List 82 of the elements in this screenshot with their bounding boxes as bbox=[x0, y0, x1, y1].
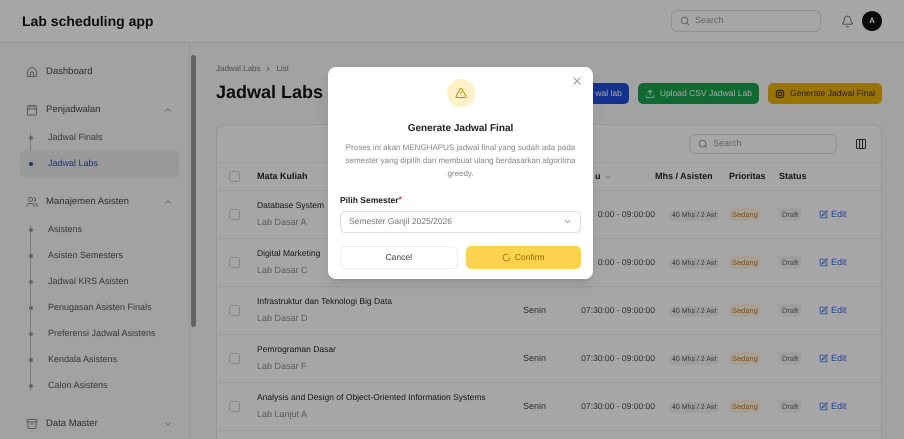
edit-link[interactable]: Edit bbox=[819, 304, 847, 318]
breadcrumb-link[interactable]: Jadwal Labs bbox=[216, 63, 260, 75]
sidebar-subitem[interactable]: Jadwal KRS Asisten bbox=[20, 269, 179, 295]
edit-link[interactable]: Edit bbox=[819, 400, 847, 414]
action-button[interactable]: Generate Jadwal Final bbox=[768, 83, 882, 104]
course-name: Infrastruktur dan Teknologi Big Data bbox=[257, 295, 392, 308]
sidebar-item[interactable]: Dashboard bbox=[20, 59, 179, 85]
sidebar-subitem[interactable]: Jadwal Labs bbox=[20, 151, 179, 177]
lab-name: Lab Dasar D bbox=[257, 312, 308, 326]
app-title: Lab scheduling app bbox=[22, 12, 154, 31]
edit-icon bbox=[819, 402, 828, 411]
edit-link[interactable]: Edit bbox=[819, 352, 847, 366]
search-icon bbox=[698, 138, 708, 148]
avatar[interactable]: A bbox=[862, 11, 882, 31]
lab-name: Lab Dasar A bbox=[257, 216, 307, 230]
users-icon bbox=[26, 196, 38, 208]
calendar-icon bbox=[26, 104, 38, 116]
time-cell: 07:30:00 - 09:00:00 bbox=[581, 304, 655, 317]
sidebar-subitem[interactable]: Asisten Semesters bbox=[20, 243, 179, 269]
course-name: Digital Marketing bbox=[257, 247, 320, 260]
modal-message: Proses ini akan MENGHAPUS jadwal final yang sudah ada pada semester yang dipilih dan membuat ulang berdasarkan algoritma greedy. bbox=[344, 142, 576, 180]
checkbox[interactable] bbox=[229, 257, 240, 268]
lab-name: Lab Lanjut A bbox=[257, 408, 308, 422]
checkbox[interactable] bbox=[229, 171, 240, 182]
day-cell: Senin bbox=[523, 304, 546, 315]
bell-icon[interactable] bbox=[841, 14, 854, 28]
column-header[interactable]: u bbox=[595, 170, 600, 184]
checkbox[interactable] bbox=[229, 353, 240, 364]
search-icon bbox=[680, 16, 690, 26]
checkbox[interactable] bbox=[229, 209, 240, 220]
column-header[interactable]: Status bbox=[779, 170, 807, 184]
upload-icon bbox=[644, 88, 655, 98]
edit-icon bbox=[819, 258, 828, 267]
sidebar-subitem[interactable]: Jadwal Finals bbox=[20, 125, 179, 151]
page-title: Jadwal Labs bbox=[216, 81, 324, 104]
time-cell: 0:00 - 09:00:00 bbox=[598, 256, 655, 269]
warning-icon bbox=[454, 87, 466, 99]
course-name: Database System bbox=[257, 199, 324, 212]
sidebar-subitem[interactable]: Calon Asistens bbox=[20, 373, 179, 399]
home-icon bbox=[26, 66, 38, 78]
checkbox[interactable] bbox=[229, 401, 240, 412]
sidebar-subitem[interactable]: Preferensi Jadwal Asistens bbox=[20, 321, 179, 347]
sidebar-subitem[interactable]: Asistens bbox=[20, 217, 179, 243]
column-header[interactable]: Mata Kuliah bbox=[257, 170, 308, 184]
edit-link[interactable]: Edit bbox=[819, 256, 847, 270]
course-name: Analysis and Design of Object-Oriented Information Systems bbox=[257, 391, 486, 404]
day-cell: Senin bbox=[523, 352, 546, 363]
time-cell: 0:00 - 09:00:00 bbox=[598, 208, 655, 221]
field-label: Pilih Semester bbox=[340, 194, 399, 207]
close-button[interactable] bbox=[571, 75, 583, 87]
time-cell: 07:30:00 - 09:00:00 bbox=[581, 352, 655, 365]
dialog-button[interactable]: Confirm bbox=[466, 246, 581, 269]
columns-icon[interactable] bbox=[855, 138, 867, 150]
breadcrumb-link[interactable]: List bbox=[276, 63, 289, 75]
column-header[interactable]: Mhs / Asisten bbox=[655, 170, 713, 184]
required-mark: * bbox=[398, 194, 402, 206]
time-cell: 07:30:00 - 09:00:00 bbox=[581, 400, 655, 413]
chip-icon bbox=[774, 88, 785, 98]
edit-icon bbox=[819, 354, 828, 363]
lab-name: Lab Dasar F bbox=[257, 360, 307, 374]
semester-select[interactable]: Semester Ganjil 2025/2026 bbox=[340, 210, 581, 233]
modal-title: Generate Jadwal Final bbox=[408, 122, 514, 136]
scrollbar[interactable] bbox=[190, 55, 196, 327]
archive-icon bbox=[26, 418, 38, 430]
sidebar-item[interactable]: Manajemen Asisten bbox=[20, 189, 179, 215]
edit-link[interactable]: Edit bbox=[819, 208, 847, 222]
edit-icon bbox=[819, 210, 828, 219]
dialog-button[interactable]: Cancel bbox=[340, 246, 458, 269]
close-icon bbox=[571, 75, 583, 87]
sidebar-item[interactable]: Penjadwalan bbox=[20, 97, 179, 123]
sidebar-subitem[interactable]: Kendala Asistens bbox=[20, 347, 179, 373]
sidebar-item[interactable]: Data Master bbox=[20, 411, 179, 437]
column-header[interactable]: Prioritas bbox=[729, 170, 766, 184]
day-cell: Senin bbox=[523, 400, 546, 411]
edit-icon bbox=[819, 306, 828, 315]
sidebar-subitem[interactable]: Penugasan Asisten Finals bbox=[20, 295, 179, 321]
action-button[interactable]: Upload CSV Jadwal Lab bbox=[638, 83, 759, 104]
course-name: Pemrograman Dasar bbox=[257, 343, 336, 356]
lab-name: Lab Dasar C bbox=[257, 264, 308, 278]
table-search-field[interactable]: Search bbox=[689, 134, 837, 154]
search-field[interactable]: Search bbox=[671, 10, 821, 32]
checkbox[interactable] bbox=[229, 305, 240, 316]
